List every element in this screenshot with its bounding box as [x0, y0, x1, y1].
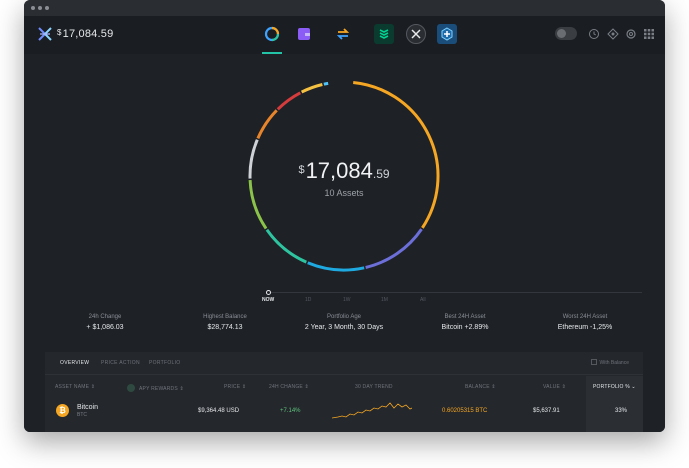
plus-app-icon[interactable] — [437, 24, 457, 44]
donut-segment[interactable] — [300, 83, 323, 94]
timeline-1m[interactable]: 1M — [381, 297, 388, 303]
header-asset-name[interactable]: ASSET NAME ⇕ — [55, 384, 95, 390]
with-balance-filter[interactable]: With Balance — [590, 359, 629, 366]
settings-icon[interactable] — [625, 28, 637, 40]
header-price-label: PRICE — [224, 384, 241, 390]
donut-segment[interactable] — [276, 91, 302, 111]
apy-info-icon — [127, 384, 135, 392]
header-balance[interactable]: BALANCE ⇕ — [465, 384, 496, 390]
stat-24h-change: 24h Change + $1,086.03 — [45, 314, 165, 331]
timeline-1d[interactable]: 1D — [305, 297, 311, 303]
header-apy-label: APY REWARDS — [139, 386, 178, 392]
portfolio-icon[interactable] — [262, 24, 282, 44]
sparkline-chart — [332, 402, 412, 419]
app-window: $17,084.59 $17,084.59 10 Assets NOW 1D 1… — [24, 0, 665, 432]
compound-icon[interactable] — [374, 24, 394, 44]
stat-value: Ethereum -1,25% — [557, 324, 613, 331]
tab-price-action[interactable]: PRICE ACTION — [101, 360, 140, 366]
header-apy-rewards[interactable]: APY REWARDS ⇕ — [127, 384, 184, 392]
header-value[interactable]: VALUE ⇕ — [543, 384, 566, 390]
stat-label: Best 24H Asset — [444, 314, 486, 320]
toggle-knob — [557, 29, 566, 38]
tab-portfolio[interactable]: PORTFOLIO — [149, 360, 181, 366]
backup-icon[interactable] — [607, 28, 619, 40]
header-30-day-trend: 30 DAY TREND — [355, 384, 393, 390]
total-currency: $ — [57, 28, 62, 37]
window-minimize-dot[interactable] — [38, 6, 42, 10]
stat-worst-asset: Worst 24H Asset Ethereum -1,25% — [525, 314, 645, 331]
asset-symbol: BTC — [77, 412, 87, 418]
donut-segment[interactable] — [265, 228, 307, 264]
asset-price: $9,364.48 USD — [198, 408, 240, 414]
table-row[interactable]: ₿ Bitcoin BTC $9,364.48 USD +7.14% 0.602… — [45, 396, 643, 428]
asset-portfolio-percent: 33% — [615, 408, 628, 414]
timeline-1w[interactable]: 1W — [343, 297, 351, 303]
total-value: 17,084.59 — [62, 28, 114, 40]
asset-count: 10 Assets — [324, 188, 364, 198]
stat-best-asset: Best 24H Asset Bitcoin +2.89% — [405, 314, 525, 331]
header-24h-change[interactable]: 24H CHANGE ⇕ — [269, 384, 309, 390]
asset-name: Bitcoin — [77, 404, 99, 411]
stat-value: 2 Year, 3 Month, 30 Days — [304, 324, 384, 331]
stat-label: 24h Change — [88, 314, 122, 320]
stat-highest-balance: Highest Balance $28,774.13 — [165, 314, 285, 331]
window-close-dot[interactable] — [31, 6, 35, 10]
stat-label: Portfolio Age — [326, 314, 362, 320]
stat-value: Bitcoin +2.89% — [441, 324, 489, 331]
top-bar: $17,084.59 — [24, 16, 665, 54]
header-value-label: VALUE — [543, 384, 561, 390]
donut-amount-int: 17,084 — [305, 158, 373, 183]
assets-table: OVERVIEW PRICE ACTION PORTFOLIO With Bal… — [45, 352, 643, 432]
wallet-icon[interactable] — [294, 24, 314, 44]
with-balance-checkbox[interactable] — [590, 359, 597, 365]
timeline-track — [268, 292, 642, 293]
stat-label: Highest Balance — [203, 314, 247, 320]
stat-label: Worst 24H Asset — [562, 314, 608, 320]
timeline-now[interactable]: NOW — [262, 297, 274, 303]
donut-segment[interactable] — [256, 109, 278, 139]
portfolio-main: $17,084.59 10 Assets NOW 1D 1W 1M All 24… — [24, 54, 665, 432]
donut-currency: $ — [298, 164, 305, 176]
title-bar — [24, 0, 665, 16]
history-icon[interactable] — [588, 28, 600, 40]
asset-balance: 0.60205315 BTC — [442, 408, 488, 414]
stat-value: $28,774.13 — [207, 324, 243, 331]
tab-overview[interactable]: OVERVIEW — [60, 360, 89, 366]
asset-value: $5,637.91 — [533, 408, 560, 414]
header-price[interactable]: PRICE ⇕ — [224, 384, 246, 390]
exchange-icon[interactable] — [333, 24, 353, 44]
stat-value: + $1,086.03 — [86, 324, 124, 331]
header-asset-name-label: ASSET NAME — [55, 384, 90, 390]
header-balance-label: BALANCE — [465, 384, 490, 390]
donut-total: $17,084.59 — [244, 158, 444, 184]
timeline-all[interactable]: All — [420, 297, 426, 303]
asset-24h-change: +7.14% — [280, 408, 301, 414]
donut-amount-dec: .59 — [372, 167, 390, 181]
donut-segment[interactable] — [365, 228, 423, 269]
bitcoin-icon: ₿ — [56, 404, 69, 417]
donut-segment[interactable] — [307, 261, 365, 272]
xrp-icon[interactable] — [406, 24, 426, 44]
with-balance-label: With Balance — [599, 360, 629, 366]
timeline-handle[interactable] — [266, 290, 271, 295]
apps-grid-icon[interactable] — [643, 28, 655, 40]
header-change-label: 24H CHANGE — [269, 384, 303, 390]
exodus-logo-icon[interactable] — [37, 26, 53, 42]
toggle-switch[interactable] — [555, 27, 577, 40]
donut-segment[interactable] — [353, 80, 440, 229]
header-portfolio-label: PORTFOLIO % — [593, 384, 630, 390]
table-tabs: OVERVIEW PRICE ACTION PORTFOLIO With Bal… — [45, 352, 643, 375]
header-portfolio-percent[interactable]: PORTFOLIO % ⌄ — [593, 384, 636, 390]
donut-segment[interactable] — [323, 81, 329, 86]
portfolio-total: $17,084.59 — [57, 28, 113, 40]
stat-portfolio-age: Portfolio Age 2 Year, 3 Month, 30 Days — [284, 314, 404, 331]
window-maximize-dot[interactable] — [45, 6, 49, 10]
table-header: ASSET NAME ⇕ APY REWARDS ⇕ PRICE ⇕ 24H C… — [45, 376, 643, 396]
